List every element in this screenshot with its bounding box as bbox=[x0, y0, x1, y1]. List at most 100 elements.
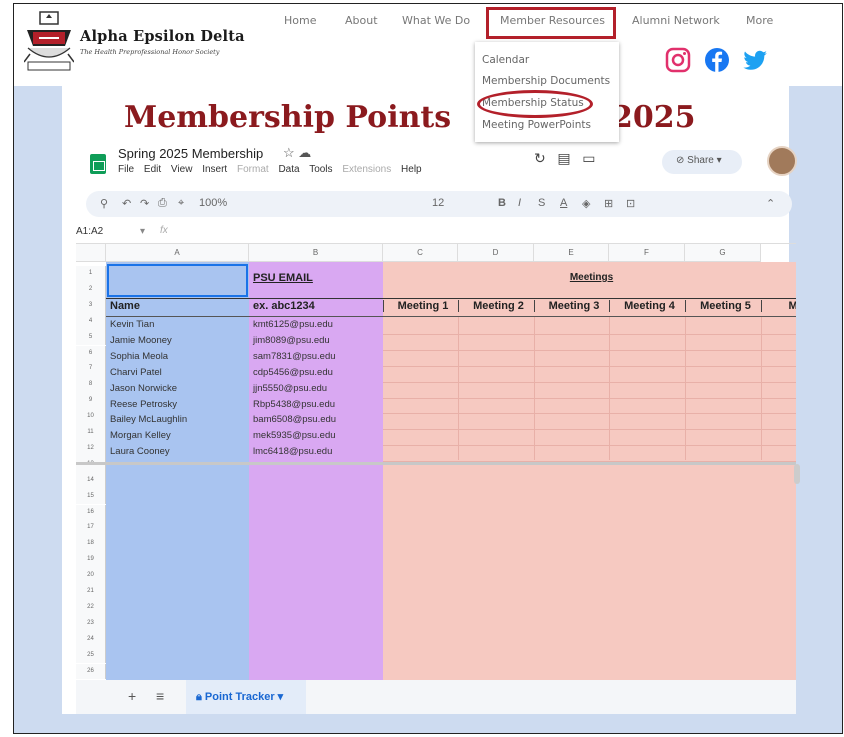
vertical-scrollbar[interactable] bbox=[794, 464, 800, 484]
row-number[interactable]: 17 bbox=[76, 520, 106, 537]
email-cell[interactable]: bam6508@psu.edu bbox=[249, 414, 383, 430]
nav-about[interactable]: About bbox=[345, 14, 378, 27]
share-button[interactable]: ⊘ Share ▾ bbox=[662, 150, 742, 174]
column-header[interactable]: D bbox=[458, 244, 534, 262]
row-number[interactable]: 14 bbox=[76, 472, 106, 489]
row-number[interactable]: 21 bbox=[76, 584, 106, 600]
name-cell[interactable]: Sophia Meola bbox=[106, 351, 249, 367]
add-sheet-icon[interactable]: + bbox=[128, 688, 136, 704]
row-number[interactable]: 12 bbox=[76, 440, 106, 457]
email-cell[interactable]: jjn5550@psu.edu bbox=[249, 383, 383, 399]
redo-icon[interactable]: ↷ bbox=[140, 197, 149, 210]
select-all-corner[interactable] bbox=[76, 244, 106, 262]
spreadsheet-grid[interactable]: ABCDEFG123456789101112131415161718192021… bbox=[76, 243, 796, 680]
column-header[interactable]: F bbox=[609, 244, 685, 262]
history-icon[interactable]: ↻ ▤ ▭ bbox=[534, 150, 596, 167]
column-header[interactable]: A bbox=[106, 244, 249, 262]
name-cell[interactable]: Reese Petrosky bbox=[106, 399, 249, 415]
column-header[interactable]: C bbox=[383, 244, 458, 262]
merge-cells-icon[interactable]: ⊡ bbox=[626, 197, 635, 210]
email-cell[interactable]: kmt6125@psu.edu bbox=[249, 319, 383, 335]
column-header[interactable]: B bbox=[249, 244, 383, 262]
row-number[interactable]: 2 bbox=[76, 281, 106, 298]
chevron-up-icon[interactable]: ⌃ bbox=[766, 197, 775, 210]
row-number[interactable]: 18 bbox=[76, 536, 106, 553]
column-header[interactable]: G bbox=[685, 244, 761, 262]
sheets-icon[interactable] bbox=[90, 154, 106, 174]
fill-color-icon[interactable]: ◈ bbox=[582, 197, 590, 210]
user-avatar[interactable] bbox=[767, 146, 797, 176]
nav-what-we-do[interactable]: What We Do bbox=[402, 14, 470, 27]
name-box[interactable]: A1:A2 bbox=[76, 226, 103, 237]
name-cell[interactable]: Morgan Kelley bbox=[106, 430, 249, 446]
menu-file[interactable]: File bbox=[118, 164, 134, 175]
menu-view[interactable]: View bbox=[171, 164, 193, 175]
email-cell[interactable]: Rbp5438@psu.edu bbox=[249, 399, 383, 415]
email-cell[interactable]: lmc6418@psu.edu bbox=[249, 446, 383, 462]
twitter-icon[interactable] bbox=[741, 46, 769, 74]
bold-icon[interactable]: B bbox=[498, 197, 506, 209]
menu-help[interactable]: Help bbox=[401, 164, 422, 175]
row-number[interactable]: 22 bbox=[76, 599, 106, 616]
text-color-icon[interactable]: A bbox=[560, 197, 567, 209]
italic-icon[interactable]: I bbox=[518, 197, 521, 209]
row-number[interactable]: 10 bbox=[76, 409, 106, 425]
dropdown-membership-documents[interactable]: Membership Documents bbox=[482, 75, 610, 87]
undo-icon[interactable]: ↶ bbox=[122, 197, 131, 210]
name-cell[interactable]: Kevin Tian bbox=[106, 319, 249, 335]
row-number[interactable]: 8 bbox=[76, 377, 106, 394]
menu-extensions[interactable]: Extensions bbox=[342, 164, 391, 175]
brand-title[interactable]: Alpha Epsilon Delta bbox=[80, 28, 245, 45]
facebook-icon[interactable] bbox=[703, 46, 731, 74]
row-number[interactable]: 20 bbox=[76, 568, 106, 584]
row-number[interactable]: 6 bbox=[76, 345, 106, 362]
instagram-icon[interactable] bbox=[664, 46, 692, 74]
chevron-down-icon[interactable]: ▾ bbox=[140, 226, 145, 237]
row-number[interactable]: 23 bbox=[76, 615, 106, 632]
menu-insert[interactable]: Insert bbox=[202, 164, 227, 175]
row-number[interactable]: 4 bbox=[76, 313, 106, 330]
star-icon[interactable]: ☆ ☁ bbox=[283, 145, 311, 161]
row-number[interactable]: 26 bbox=[76, 663, 106, 680]
paint-format-icon[interactable]: ⌖ bbox=[178, 197, 184, 210]
all-sheets-icon[interactable]: ≡ bbox=[156, 688, 164, 704]
zoom-select[interactable]: 100% bbox=[199, 197, 227, 209]
row-number[interactable]: 24 bbox=[76, 631, 106, 648]
column-header[interactable]: E bbox=[534, 244, 609, 262]
name-cell[interactable]: Jamie Mooney bbox=[106, 335, 249, 351]
menu-tools[interactable]: Tools bbox=[309, 164, 332, 175]
row-number[interactable]: 1 bbox=[76, 266, 106, 282]
font-size-field[interactable]: 12 bbox=[432, 197, 444, 209]
search-icon[interactable]: ⚲ bbox=[100, 197, 108, 210]
strikethrough-icon[interactable]: S bbox=[538, 197, 545, 209]
print-icon[interactable]: ⎙ bbox=[158, 197, 167, 210]
crest-logo-icon[interactable] bbox=[24, 10, 74, 74]
email-cell[interactable]: cdp5456@psu.edu bbox=[249, 367, 383, 383]
row-number[interactable]: 5 bbox=[76, 329, 106, 346]
row-number[interactable]: 16 bbox=[76, 504, 106, 521]
row-number[interactable]: 15 bbox=[76, 488, 106, 505]
email-cell[interactable]: mek5935@psu.edu bbox=[249, 430, 383, 446]
name-cell[interactable]: Bailey McLaughlin bbox=[106, 414, 249, 430]
menu-edit[interactable]: Edit bbox=[144, 164, 161, 175]
menu-data[interactable]: Data bbox=[278, 164, 299, 175]
row-number[interactable]: 25 bbox=[76, 647, 106, 664]
selected-cell-a1[interactable] bbox=[107, 264, 248, 297]
borders-icon[interactable]: ⊞ bbox=[604, 197, 613, 210]
dropdown-meeting-powerpoints[interactable]: Meeting PowerPoints bbox=[482, 119, 591, 131]
tab-point-tracker[interactable]: 🔒︎ Point Tracker ▾ bbox=[186, 680, 306, 714]
row-number[interactable]: 9 bbox=[76, 393, 106, 410]
nav-home[interactable]: Home bbox=[284, 14, 316, 27]
email-cell[interactable]: sam7831@psu.edu bbox=[249, 351, 383, 367]
nav-alumni-network[interactable]: Alumni Network bbox=[632, 14, 720, 27]
name-cell[interactable]: Charvi Patel bbox=[106, 367, 249, 383]
row-number[interactable]: 11 bbox=[76, 425, 106, 441]
row-number[interactable]: 3 bbox=[76, 297, 106, 314]
menu-format[interactable]: Format bbox=[237, 164, 269, 175]
name-cell[interactable]: Laura Cooney bbox=[106, 446, 249, 462]
row-number[interactable]: 19 bbox=[76, 552, 106, 569]
name-cell[interactable]: Jason Norwicke bbox=[106, 383, 249, 399]
dropdown-calendar[interactable]: Calendar bbox=[482, 54, 529, 66]
row-number[interactable]: 7 bbox=[76, 361, 106, 378]
nav-more[interactable]: More bbox=[746, 14, 773, 27]
